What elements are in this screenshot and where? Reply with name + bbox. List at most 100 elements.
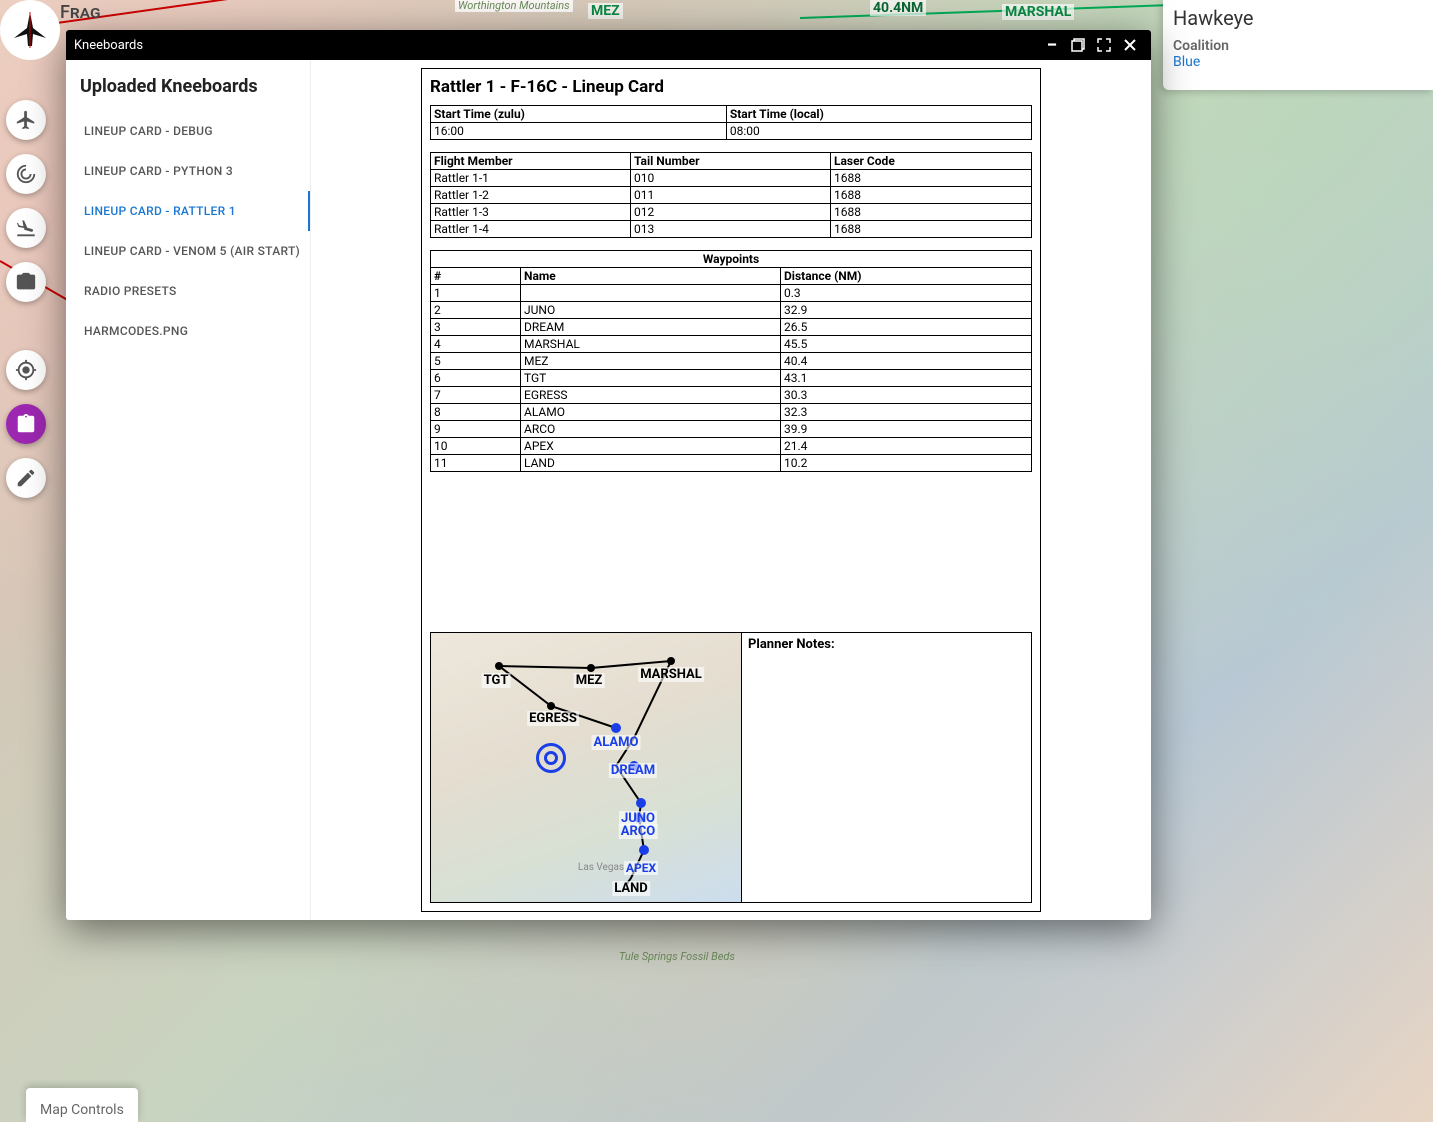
cell-wp-name: LAND (521, 455, 781, 472)
table-row: 10.3 (431, 285, 1032, 302)
cell-laser: 1688 (831, 187, 1032, 204)
modal-title-bar: Kneeboards ━ (66, 30, 1151, 60)
cell-wp-num: 3 (431, 319, 521, 336)
col-tail-number: Tail Number (631, 153, 831, 170)
cell-laser: 1688 (831, 170, 1032, 187)
window-restore-button[interactable] (1065, 32, 1091, 58)
hawkeye-coalition[interactable]: Blue (1173, 54, 1423, 70)
cell-flight: Rattler 1-3 (431, 204, 631, 221)
cell-tail: 013 (631, 221, 831, 238)
rail-edit-button[interactable] (6, 458, 46, 498)
minimize-icon: ━ (1048, 38, 1056, 53)
mm-label-land: LAND (612, 881, 650, 896)
start-local-label: Start Time (local) (726, 106, 1031, 123)
card-title: Rattler 1 - F-16C - Lineup Card (430, 77, 1032, 97)
bullseye-icon (536, 743, 566, 773)
table-row: 5MEZ40.4 (431, 353, 1032, 370)
table-row: Rattler 1-30121688 (431, 204, 1032, 221)
rail-camera-button[interactable] (6, 262, 46, 302)
table-row: Rattler 1-10101688 (431, 170, 1032, 187)
cell-wp-num: 5 (431, 353, 521, 370)
window-minimize-button[interactable]: ━ (1039, 32, 1065, 58)
window-close-button[interactable] (1117, 32, 1143, 58)
table-row: Rattler 1-20111688 (431, 187, 1032, 204)
landing-icon (15, 217, 37, 239)
kneeboard-item[interactable]: RADIO PRESETS (78, 271, 310, 311)
col-flight-member: Flight Member (431, 153, 631, 170)
bg-label-worthington: Worthington Mountains (455, 0, 573, 12)
cell-wp-num: 8 (431, 404, 521, 421)
table-row: 3DREAM26.5 (431, 319, 1032, 336)
sidebar-heading: Uploaded Kneeboards (78, 76, 310, 97)
planner-notes-label: Planner Notes: (748, 637, 1025, 652)
cell-tail: 010 (631, 170, 831, 187)
cell-wp-name: JUNO (521, 302, 781, 319)
cell-tail: 011 (631, 187, 831, 204)
hawkeye-name: Hawkeye (1173, 6, 1423, 30)
kneeboard-item[interactable]: LINEUP CARD - VENOM 5 (AIR START) (78, 231, 310, 271)
cell-flight: Rattler 1-4 (431, 221, 631, 238)
rail-crosshair-button[interactable] (6, 350, 46, 390)
start-zulu-value: 16:00 (431, 123, 727, 140)
planner-notes: Planner Notes: (741, 633, 1031, 902)
mm-label-alamo: ALAMO (592, 735, 641, 750)
waypoints-table: Waypoints #NameDistance (NM) 10.32JUNO32… (430, 250, 1032, 472)
window-fullscreen-button[interactable] (1091, 32, 1117, 58)
table-row: 4MARSHAL45.5 (431, 336, 1032, 353)
cell-wp-num: 2 (431, 302, 521, 319)
rail-clipboard-button[interactable] (6, 404, 46, 444)
plane-icon (15, 109, 37, 131)
mm-label-mez: MEZ (574, 673, 605, 688)
edit-icon (15, 467, 37, 489)
rail-landing-button[interactable] (6, 208, 46, 248)
cell-wp-dist: 32.3 (781, 404, 1032, 421)
start-local-value: 08:00 (726, 123, 1031, 140)
rail-plane-button[interactable] (6, 100, 46, 140)
cell-wp-dist: 26.5 (781, 319, 1032, 336)
col-wp-dist: Distance (NM) (781, 268, 1032, 285)
app-logo[interactable] (0, 0, 60, 60)
cell-wp-num: 11 (431, 455, 521, 472)
table-row: 7EGRESS30.3 (431, 387, 1032, 404)
cell-wp-dist: 39.9 (781, 421, 1032, 438)
mm-label-marshal: MARSHAL (638, 667, 704, 682)
table-row: 2JUNO32.9 (431, 302, 1032, 319)
bg-label-nm: 40.4NM (870, 0, 926, 16)
kneeboard-item[interactable]: LINEUP CARD - DEBUG (78, 111, 310, 151)
col-wp-num: # (431, 268, 521, 285)
mm-label-lasvegas: Las Vegas (576, 862, 626, 873)
cell-wp-dist: 40.4 (781, 353, 1032, 370)
cell-wp-dist: 45.5 (781, 336, 1032, 353)
cell-wp-num: 6 (431, 370, 521, 387)
cell-tail: 012 (631, 204, 831, 221)
kneeboards-modal: Kneeboards ━ Uploaded Kneeboards LINEUP … (66, 30, 1151, 920)
kneeboard-sidebar: Uploaded Kneeboards LINEUP CARD - DEBUGL… (66, 60, 311, 920)
table-row: 11LAND10.2 (431, 455, 1032, 472)
cell-wp-name (521, 285, 781, 302)
mm-label-dream: DREAM (609, 763, 657, 778)
cell-wp-num: 10 (431, 438, 521, 455)
jet-icon (10, 10, 50, 50)
map-controls-button[interactable]: Map Controls (26, 1088, 138, 1122)
kneeboard-item[interactable]: LINEUP CARD - RATTLER 1 (78, 191, 310, 231)
cell-wp-name: DREAM (521, 319, 781, 336)
cell-wp-dist: 10.2 (781, 455, 1032, 472)
camera-icon (15, 271, 37, 293)
fullscreen-icon (1097, 38, 1111, 52)
cell-laser: 1688 (831, 221, 1032, 238)
col-wp-name: Name (521, 268, 781, 285)
cell-wp-name: EGRESS (521, 387, 781, 404)
kneeboard-item[interactable]: HARMCODES.PNG (78, 311, 310, 351)
kneeboard-item[interactable]: LINEUP CARD - PYTHON 3 (78, 151, 310, 191)
rail-radar-button[interactable] (6, 154, 46, 194)
clipboard-icon (15, 413, 37, 435)
bg-label-tule: Tule Springs Fossil Beds (616, 950, 738, 963)
cell-wp-dist: 43.1 (781, 370, 1032, 387)
table-row: 9ARCO39.9 (431, 421, 1032, 438)
modal-title: Kneeboards (74, 38, 143, 53)
cell-wp-dist: 21.4 (781, 438, 1032, 455)
table-row: 6TGT43.1 (431, 370, 1032, 387)
cell-flight: Rattler 1-2 (431, 187, 631, 204)
hawkeye-panel: Hawkeye Coalition Blue (1163, 0, 1433, 90)
left-rail (6, 100, 46, 498)
